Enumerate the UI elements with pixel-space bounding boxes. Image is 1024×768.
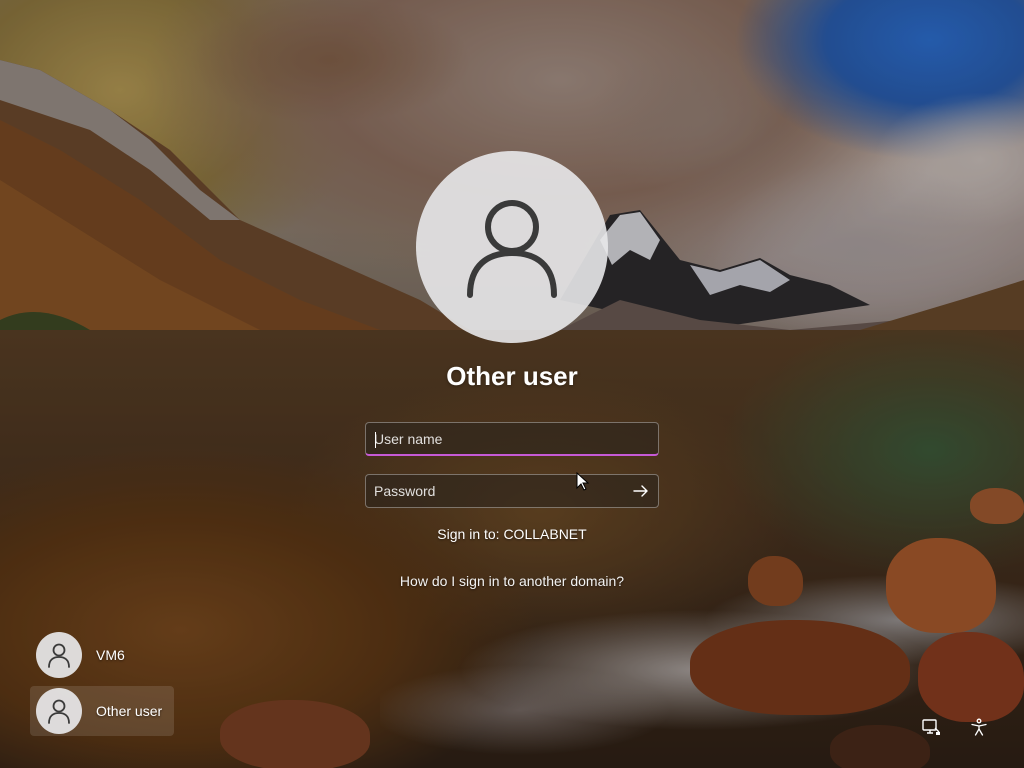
network-icon [922, 719, 940, 735]
user-display-name: Other user [446, 361, 578, 391]
other-domain-help-link[interactable]: How do I sign in to another domain? [312, 573, 712, 589]
text-caret [375, 432, 376, 448]
arrow-right-icon [633, 485, 648, 497]
account-label: VM6 [96, 647, 125, 663]
sign-in-domain-text: Sign in to: COLLABNET [437, 526, 587, 542]
person-icon [48, 699, 70, 724]
password-field[interactable] [365, 474, 659, 508]
accessibility-button[interactable] [966, 714, 992, 740]
account-avatar [36, 688, 82, 734]
account-item-vm6[interactable]: VM6 [30, 630, 174, 680]
accessibility-icon [971, 718, 987, 736]
account-item-other-user[interactable]: Other user [30, 686, 174, 736]
username-input[interactable] [366, 423, 658, 454]
mouse-pointer-icon [576, 472, 590, 491]
username-field[interactable] [365, 422, 659, 456]
person-icon [48, 643, 70, 668]
account-avatar [36, 632, 82, 678]
submit-button[interactable] [624, 475, 658, 507]
account-label: Other user [96, 703, 163, 719]
person-icon [467, 200, 557, 298]
network-button[interactable] [918, 714, 944, 740]
user-avatar [416, 151, 608, 343]
